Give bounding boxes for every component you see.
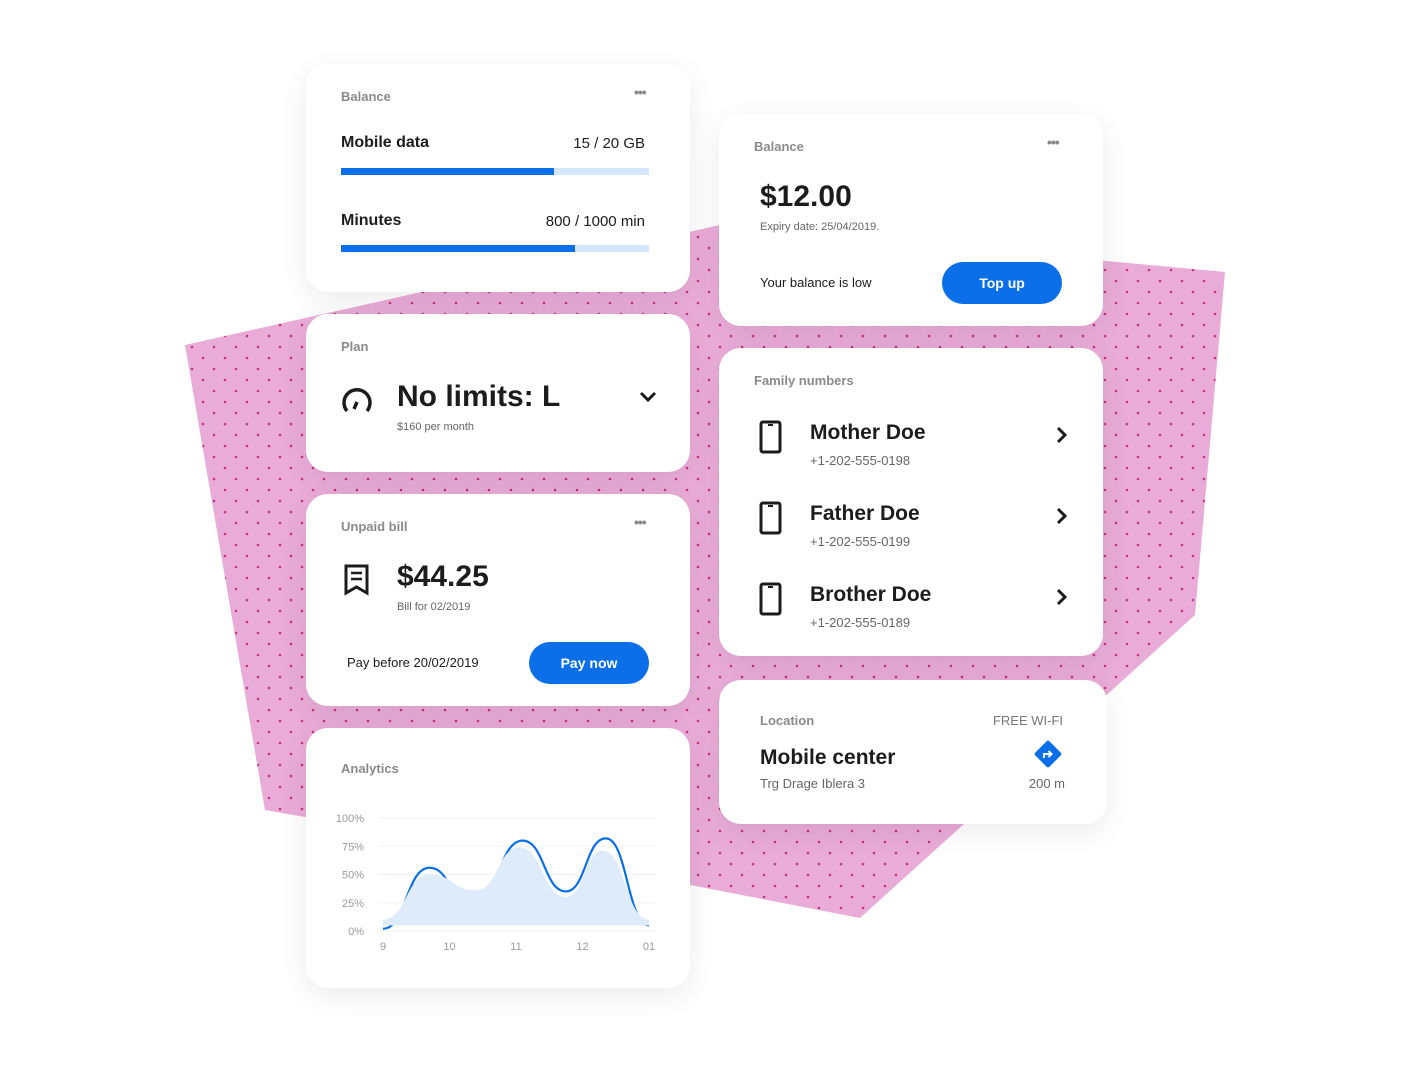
mobile-data-progress: [341, 168, 649, 175]
x-tick-label: 11: [510, 941, 521, 953]
due-date: Pay before 20/02/2019: [347, 655, 479, 670]
member-phone: +1-202-555-0189: [810, 615, 911, 630]
minutes-value: 800 / 1000 min: [545, 213, 645, 230]
card-title: Plan: [341, 339, 369, 354]
directions-icon[interactable]: [1033, 739, 1063, 769]
y-tick-label: 25%: [342, 898, 364, 910]
card-title: Balance: [341, 89, 391, 104]
receipt-icon: [344, 564, 369, 596]
family-member-row[interactable]: Mother Doe +1-202-555-0198: [759, 418, 1069, 478]
card-title: Balance: [754, 139, 804, 154]
balance-card: Balance ••• $12.00 Expiry date: 25/04/20…: [719, 114, 1103, 326]
location-name: Mobile center: [760, 746, 896, 769]
location-distance: 200 m: [1028, 776, 1065, 791]
more-icon[interactable]: •••: [634, 514, 647, 530]
background-shape: [185, 225, 1225, 918]
member-name: Mother Doe: [810, 421, 926, 444]
phone-icon: [759, 501, 782, 535]
x-tick-label: 10: [443, 941, 455, 953]
minutes-label: Minutes: [341, 212, 402, 229]
x-tick-label: 01: [643, 941, 655, 953]
y-tick-label: 75%: [342, 841, 364, 853]
speedometer-icon: [342, 387, 372, 413]
balance-status: Your balance is low: [760, 275, 872, 290]
member-phone: +1-202-555-0199: [810, 534, 911, 549]
usage-card: Balance ••• Mobile data 15 / 20 GB Minut…: [306, 64, 690, 292]
family-numbers-card: Family numbers Mother Doe +1-202-555-019…: [719, 348, 1103, 656]
card-title: Location: [760, 713, 815, 728]
x-tick-label: 9: [380, 941, 386, 953]
bill-amount: $44.25: [397, 560, 489, 593]
pay-now-button[interactable]: Pay now: [529, 642, 649, 684]
bill-period: Bill for 02/2019: [397, 601, 471, 613]
mobile-data-label: Mobile data: [341, 134, 430, 151]
top-up-button[interactable]: Top up: [942, 262, 1062, 304]
chevron-right-icon[interactable]: [1055, 588, 1069, 606]
expiry-date: Expiry date: 25/04/2019.: [760, 221, 880, 233]
card-title: Unpaid bill: [341, 519, 408, 534]
chevron-down-icon[interactable]: [639, 391, 657, 403]
minutes-progress: [341, 245, 649, 252]
y-tick-label: 0%: [348, 926, 364, 938]
plan-card[interactable]: Plan No limits: L $160 per month: [306, 314, 690, 472]
plan-name: No limits: L: [397, 380, 561, 413]
y-tick-label: 50%: [342, 870, 364, 882]
x-tick-label: 12: [576, 941, 588, 953]
analytics-chart: 100% 75% 50% 25% 0% 9 10 11 12 01: [336, 813, 656, 953]
balance-amount: $12.00: [760, 180, 852, 213]
unpaid-bill-card: Unpaid bill ••• $44.25 Bill for 02/2019 …: [306, 494, 690, 706]
chevron-right-icon[interactable]: [1055, 507, 1069, 525]
analytics-card: Analytics 100% 75% 50% 25% 0% 9 10 11 12 01: [306, 728, 690, 988]
more-icon[interactable]: •••: [1047, 134, 1060, 150]
member-phone: +1-202-555-0198: [810, 453, 911, 468]
family-member-row[interactable]: Brother Doe +1-202-555-0189: [759, 580, 1069, 640]
family-member-row[interactable]: Father Doe +1-202-555-0199: [759, 499, 1069, 559]
wifi-badge: FREE WI-FI: [992, 713, 1063, 728]
card-title: Family numbers: [754, 373, 854, 388]
phone-icon: [759, 420, 782, 454]
member-name: Brother Doe: [810, 583, 932, 606]
phone-icon: [759, 582, 782, 616]
member-name: Father Doe: [810, 502, 920, 525]
mobile-data-value: 15 / 20 GB: [573, 135, 645, 152]
plan-price: $160 per month: [397, 421, 475, 433]
location-address: Trg Drage Iblera 3: [760, 776, 866, 791]
y-tick-label: 100%: [336, 813, 364, 825]
more-icon[interactable]: •••: [634, 84, 647, 100]
chevron-right-icon[interactable]: [1055, 426, 1069, 444]
area-series: [383, 847, 649, 926]
location-card[interactable]: Location FREE WI-FI Mobile center Trg Dr…: [719, 680, 1107, 824]
